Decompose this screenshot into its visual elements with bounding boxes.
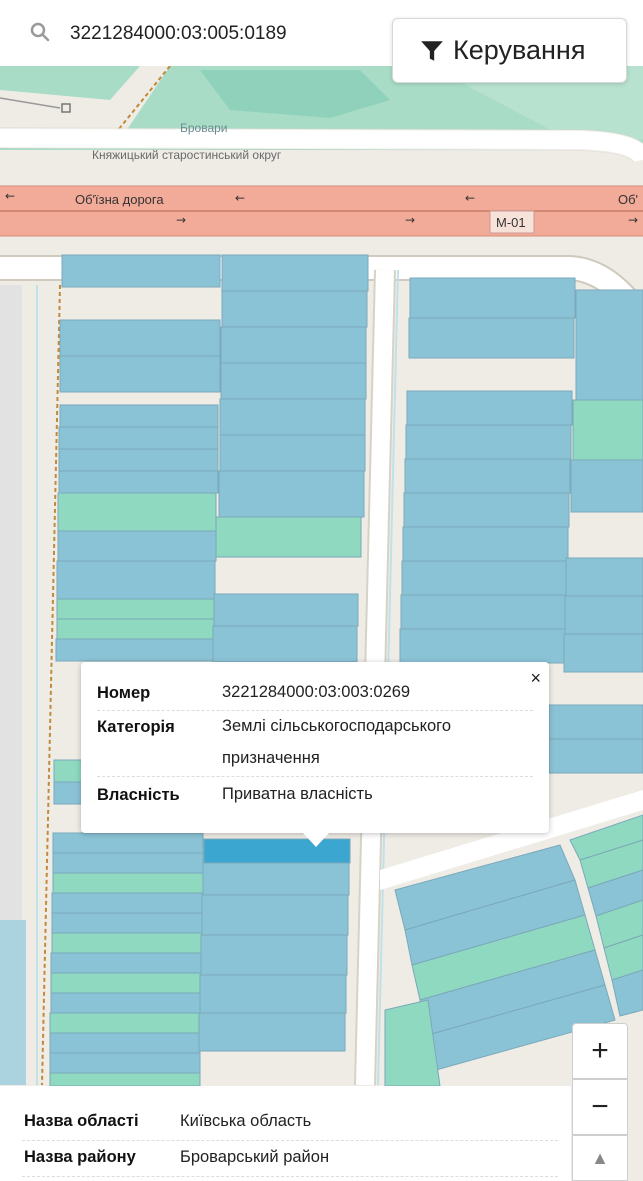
direction-arrow: → — [628, 213, 638, 227]
direction-arrow: ← — [235, 191, 245, 205]
popup-value: Приватна власність — [222, 785, 373, 803]
compass-button[interactable]: ▲ — [572, 1135, 628, 1181]
popup-row-number: Номер 3221284000:03:003:0269 — [97, 676, 533, 711]
info-value: Броварський район — [180, 1148, 330, 1166]
popup-row-ownership: Власність Приватна власність — [97, 780, 533, 814]
popup-value: 3221284000:03:003:0269 — [222, 683, 411, 701]
zoom-in-button[interactable]: + — [572, 1023, 628, 1079]
search-input[interactable] — [70, 14, 370, 54]
parcels-column-b — [198, 254, 369, 1052]
control-button[interactable]: Керування — [392, 18, 627, 83]
direction-arrow: → — [176, 213, 186, 227]
info-key: Назва області — [24, 1112, 139, 1130]
water-strip — [0, 920, 26, 1085]
parcel-popup: × Номер 3221284000:03:003:0269 Категорія… — [81, 662, 549, 847]
popup-key: Номер — [97, 684, 151, 702]
road-ref-label: М-01 — [496, 215, 526, 230]
popup-value: Землі сільськогосподарського — [222, 717, 452, 735]
info-value: Київська область — [180, 1112, 312, 1130]
district-label: Княжицький старостинський округ — [92, 148, 282, 162]
road-name-label: Об'їзна дорога — [75, 192, 164, 207]
road-name-label-cut: Об' — [618, 192, 638, 207]
direction-arrow: ← — [465, 191, 475, 205]
cadastral-map[interactable]: Бровари Княжицький старостинський округ … — [0, 0, 643, 1181]
popup-key: Власність — [97, 786, 180, 804]
popup-row-category: Категорія Землі сільськогосподарського п… — [97, 710, 533, 777]
direction-arrow: → — [405, 213, 415, 227]
search-icon[interactable] — [28, 20, 52, 44]
popup-key: Категорія — [97, 718, 175, 736]
popup-value-line2: призначення — [222, 749, 320, 767]
control-button-label: Керування — [453, 35, 586, 65]
info-row-region: Назва області Київська область — [22, 1104, 558, 1141]
zoom-out-button[interactable]: − — [572, 1079, 628, 1135]
info-key: Назва району — [24, 1148, 136, 1166]
info-row-district: Назва району Броварський район — [22, 1140, 558, 1177]
filter-icon — [421, 40, 443, 61]
direction-arrow: ← — [5, 189, 15, 203]
info-panel: Назва області Київська область Назва рай… — [0, 1086, 571, 1181]
city-label: Бровари — [180, 121, 228, 135]
